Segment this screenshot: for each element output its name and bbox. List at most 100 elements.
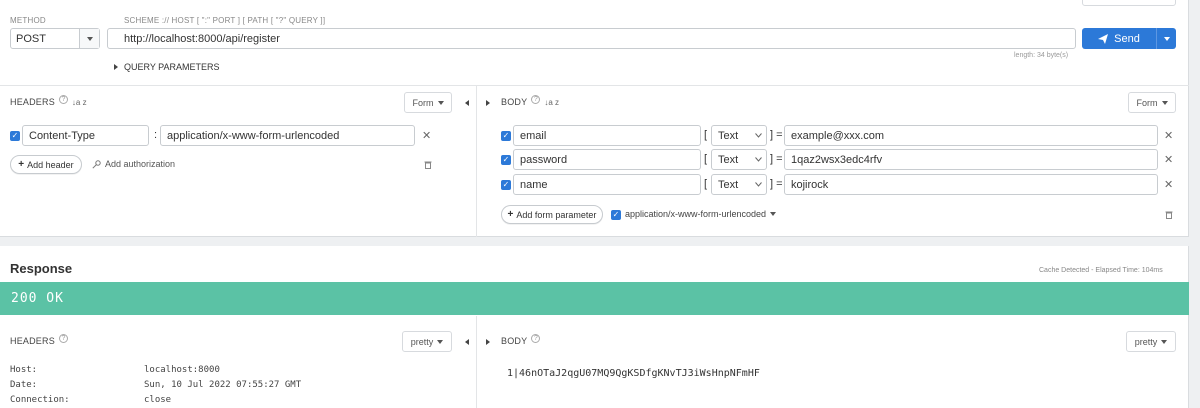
close-bracket-eq: ] = xyxy=(770,129,783,141)
sort-icon[interactable]: ↓a z xyxy=(544,98,559,107)
encoding-label: application/x-www-form-urlencoded xyxy=(625,209,767,219)
chevron-down-icon xyxy=(437,100,444,105)
param-key-input[interactable]: password xyxy=(513,149,701,170)
response-headers-title-text: HEADERS xyxy=(10,336,55,346)
open-bracket: [ xyxy=(704,153,708,165)
header-enabled-checkbox[interactable]: ✓ xyxy=(10,131,20,141)
chevron-down-icon xyxy=(86,36,93,41)
response-body-text: 1|46nOTaJ2qgU07MQ9QgKSDfgKNvTJ3iWsHnpNFm… xyxy=(507,368,760,379)
collapse-left-icon[interactable] xyxy=(465,100,469,106)
method-value: POST xyxy=(16,32,46,45)
response-headers-format-select[interactable]: pretty xyxy=(402,331,452,352)
param-enabled-checkbox[interactable]: ✓ xyxy=(501,155,511,165)
param-enabled-checkbox[interactable]: ✓ xyxy=(501,180,511,190)
add-header-button[interactable]: + Add header xyxy=(10,155,82,174)
response-header-row: Host: localhost:8000 xyxy=(10,365,470,377)
remove-param-icon[interactable]: ✕ xyxy=(1164,178,1173,191)
key-icon xyxy=(92,159,101,169)
help-icon[interactable]: ? xyxy=(531,94,541,104)
plus-icon: + xyxy=(507,209,514,220)
status-text: 200 OK xyxy=(11,291,64,306)
help-icon[interactable]: ? xyxy=(58,94,68,104)
close-bracket-eq: ] = xyxy=(770,153,783,165)
plus-icon: + xyxy=(18,159,25,170)
response-title: Response xyxy=(10,261,73,276)
url-length-note: length: 34 byte(s) xyxy=(1014,52,1069,59)
headers-section-title: HEADERS ? ↓a z xyxy=(10,94,87,107)
chevron-down-icon xyxy=(1161,100,1168,105)
body-format-label: Form xyxy=(1136,97,1158,108)
method-label: METHOD xyxy=(10,16,46,25)
paper-plane-icon xyxy=(1098,33,1109,44)
chevron-down-icon xyxy=(755,133,762,138)
add-header-label: Add header xyxy=(27,159,74,170)
request-panel: METHOD SCHEME :// HOST [ ":" PORT ] [ PA… xyxy=(0,0,1189,237)
trash-icon[interactable] xyxy=(1165,210,1173,219)
remove-header-icon[interactable]: ✕ xyxy=(422,129,431,142)
method-select[interactable]: POST xyxy=(10,28,100,49)
add-form-parameter-button[interactable]: + Add form parameter xyxy=(501,205,603,224)
param-value-input[interactable]: 1qaz2wsx3edc4rfv xyxy=(784,149,1158,170)
method-dropdown-toggle[interactable] xyxy=(79,29,99,48)
body-section-title: BODY ? ↓a z xyxy=(501,94,559,107)
response-body-title-text: BODY xyxy=(501,336,528,346)
response-body-format-label: pretty xyxy=(1134,336,1158,347)
response-body-format-select[interactable]: pretty xyxy=(1126,331,1176,352)
headers-format-select[interactable]: Form xyxy=(404,92,452,113)
response-header-value: Sun, 10 Jul 2022 07:55:27 GMT xyxy=(144,380,302,390)
add-authorization-label: Add authorization xyxy=(105,159,176,169)
remove-param-icon[interactable]: ✕ xyxy=(1164,129,1173,142)
collapse-left-icon[interactable] xyxy=(465,339,469,345)
chevron-down-icon xyxy=(1161,339,1168,344)
url-label: SCHEME :// HOST [ ":" PORT ] [ PATH [ "?… xyxy=(124,16,326,25)
expand-right-icon[interactable] xyxy=(486,339,490,345)
sort-icon[interactable]: ↓a z xyxy=(72,98,87,107)
open-bracket: [ xyxy=(704,129,708,141)
param-enabled-checkbox[interactable]: ✓ xyxy=(501,131,511,141)
param-type-value: Text xyxy=(718,153,739,166)
header-value-input[interactable]: application/x-www-form-urlencoded xyxy=(160,125,415,146)
response-header-name: Host: xyxy=(10,365,38,375)
response-body-title: BODY ? xyxy=(501,333,541,346)
headers-title: HEADERS xyxy=(10,97,55,107)
param-type-select[interactable]: Text xyxy=(711,174,767,195)
caret-right-icon xyxy=(114,64,118,70)
param-type-select[interactable]: Text xyxy=(711,125,767,146)
open-bracket: [ xyxy=(704,178,708,190)
help-icon[interactable]: ? xyxy=(531,333,541,343)
response-header-name: Connection: xyxy=(10,395,70,405)
chevron-down-icon xyxy=(755,157,762,162)
expand-right-icon[interactable] xyxy=(486,100,490,106)
response-header-value: localhost:8000 xyxy=(144,365,220,375)
param-value-input[interactable]: example@xxx.com xyxy=(784,125,1158,146)
param-type-value: Text xyxy=(718,178,739,191)
param-type-select[interactable]: Text xyxy=(711,149,767,170)
add-form-parameter-label: Add form parameter xyxy=(516,209,597,220)
chevron-down-icon xyxy=(1163,36,1170,41)
top-right-partial-button[interactable] xyxy=(1082,0,1176,6)
query-params-toggle[interactable]: QUERY PARAMETERS xyxy=(114,62,220,72)
send-button[interactable]: Send xyxy=(1082,28,1176,49)
response-headers-title: HEADERS ? xyxy=(10,333,68,346)
param-key-input[interactable]: name xyxy=(513,174,701,195)
send-options-toggle[interactable] xyxy=(1156,28,1176,49)
cache-note: Cache Detected - Elapsed Time: 104ms xyxy=(1039,267,1163,274)
header-key-input[interactable]: Content-Type xyxy=(22,125,149,146)
param-value-input[interactable]: kojirock xyxy=(784,174,1158,195)
encoding-select[interactable]: application/x-www-form-urlencoded xyxy=(625,209,777,219)
send-label: Send xyxy=(1114,32,1140,45)
encoding-checkbox[interactable]: ✓ xyxy=(611,210,621,220)
headers-format-label: Form xyxy=(412,97,434,108)
divider xyxy=(0,85,1189,86)
remove-param-icon[interactable]: ✕ xyxy=(1164,153,1173,166)
trash-icon[interactable] xyxy=(424,160,432,169)
header-separator: : xyxy=(154,129,158,141)
help-icon[interactable]: ? xyxy=(58,333,68,343)
body-format-select[interactable]: Form xyxy=(1128,92,1176,113)
url-input[interactable]: http://localhost:8000/api/register xyxy=(107,28,1076,49)
response-header-name: Date: xyxy=(10,380,38,390)
param-key-input[interactable]: email xyxy=(513,125,701,146)
response-header-row: Connection: close xyxy=(10,395,470,407)
close-bracket-eq: ] = xyxy=(770,178,783,190)
add-authorization-link[interactable]: Add authorization xyxy=(92,159,175,169)
